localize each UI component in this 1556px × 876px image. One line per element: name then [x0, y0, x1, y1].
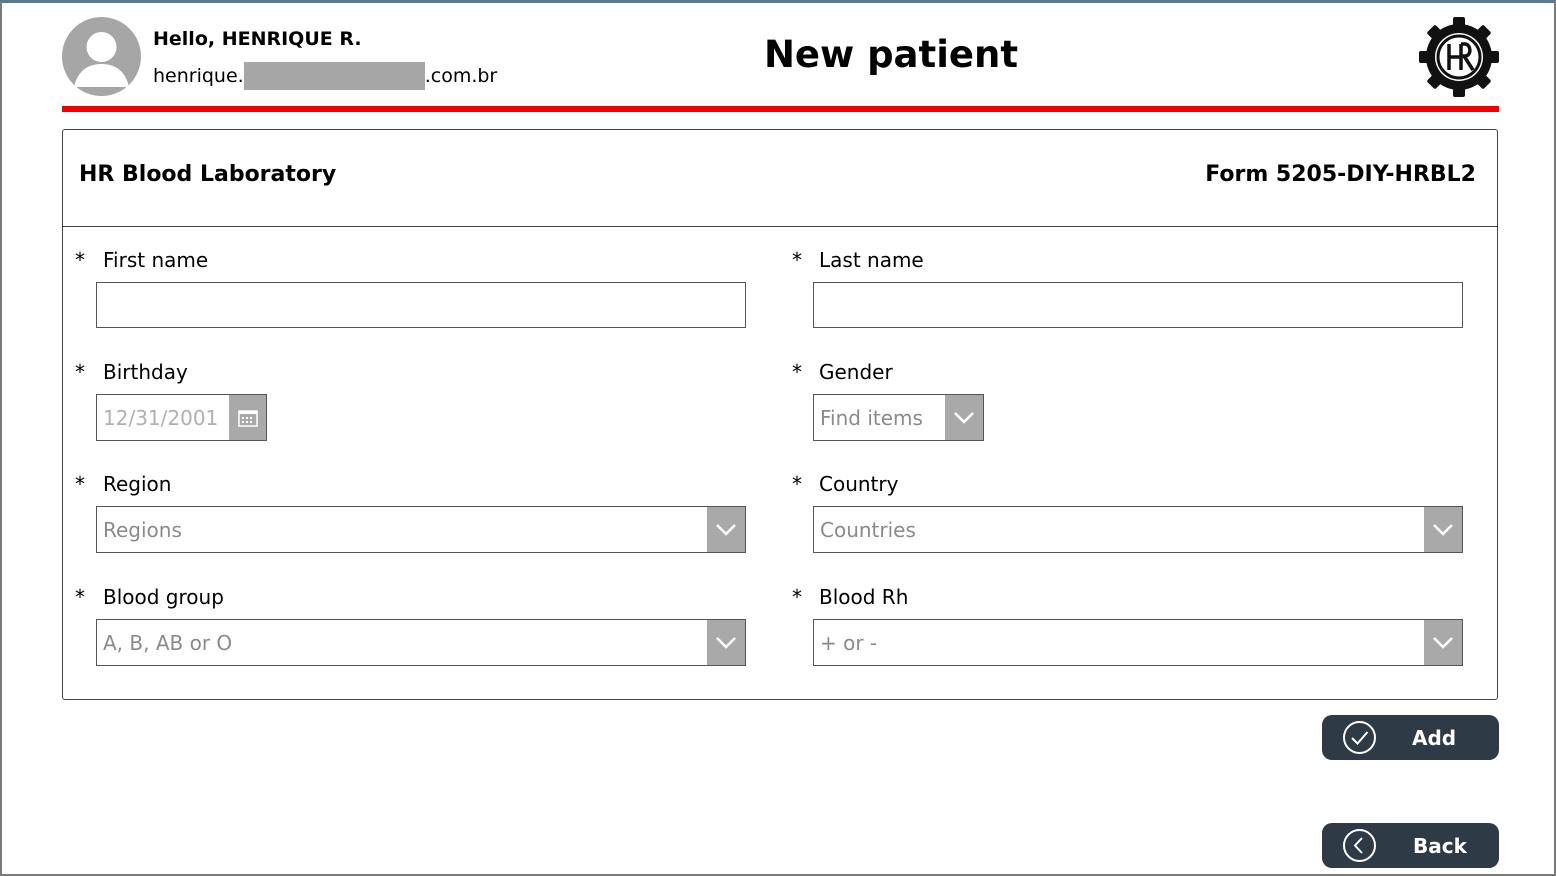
gender-placeholder: Find items — [820, 405, 923, 430]
blood-rh-dropdown[interactable]: + or - — [813, 619, 1463, 666]
calendar-icon[interactable] — [229, 395, 266, 440]
check-circle-icon — [1342, 720, 1377, 755]
country-label: Country — [819, 472, 899, 496]
gender-dropdown[interactable]: Find items — [813, 394, 984, 441]
back-button-label: Back — [1413, 834, 1467, 858]
region-placeholder: Regions — [103, 517, 182, 542]
add-button[interactable]: Add — [1322, 715, 1499, 760]
region-label: Region — [103, 472, 172, 496]
required-marker: * — [75, 585, 85, 609]
lab-name: HR Blood Laboratory — [79, 162, 337, 187]
chevron-down-icon[interactable] — [945, 395, 983, 440]
required-marker: * — [75, 472, 85, 496]
blood-group-label: Blood group — [103, 585, 224, 609]
form-code: Form 5205-DIY-HRBL2 — [1205, 162, 1476, 187]
gender-label: Gender — [819, 360, 893, 384]
blood-rh-label: Blood Rh — [819, 585, 909, 609]
region-dropdown[interactable]: Regions — [96, 506, 746, 553]
page-title: New patient — [763, 33, 1019, 76]
first-name-input[interactable] — [96, 282, 746, 328]
required-marker: * — [75, 248, 85, 272]
birthday-date-picker[interactable]: 12/31/2001 — [96, 394, 267, 441]
required-marker: * — [792, 360, 802, 384]
blood-rh-placeholder: + or - — [820, 630, 878, 655]
chevron-down-icon[interactable] — [1424, 620, 1462, 665]
chevron-left-circle-icon — [1342, 828, 1377, 863]
chevron-down-icon[interactable] — [707, 507, 745, 552]
required-marker: * — [792, 248, 802, 272]
required-marker: * — [792, 585, 802, 609]
form-header: HR Blood Laboratory Form 5205-DIY-HRBL2 — [63, 130, 1497, 227]
app-window: Hello, HENRIQUE R. henrique. .com.br New… — [0, 0, 1556, 876]
country-placeholder: Countries — [820, 517, 916, 542]
required-marker: * — [75, 360, 85, 384]
required-marker: * — [792, 472, 802, 496]
first-name-label: First name — [103, 248, 209, 272]
chevron-down-icon[interactable] — [1424, 507, 1462, 552]
blood-group-dropdown[interactable]: A, B, AB or O — [96, 619, 746, 666]
country-dropdown[interactable]: Countries — [813, 506, 1463, 553]
patient-form-card: HR Blood Laboratory Form 5205-DIY-HRBL2 … — [62, 129, 1498, 700]
header-divider — [62, 106, 1499, 112]
back-button[interactable]: Back — [1322, 823, 1499, 868]
birthday-placeholder: 12/31/2001 — [103, 405, 219, 430]
blood-group-placeholder: A, B, AB or O — [103, 630, 233, 655]
hr-gear-logo-icon — [1418, 16, 1500, 98]
chevron-down-icon[interactable] — [707, 620, 745, 665]
last-name-input[interactable] — [813, 282, 1463, 328]
add-button-label: Add — [1412, 726, 1457, 750]
birthday-label: Birthday — [103, 360, 188, 384]
last-name-label: Last name — [819, 248, 924, 272]
